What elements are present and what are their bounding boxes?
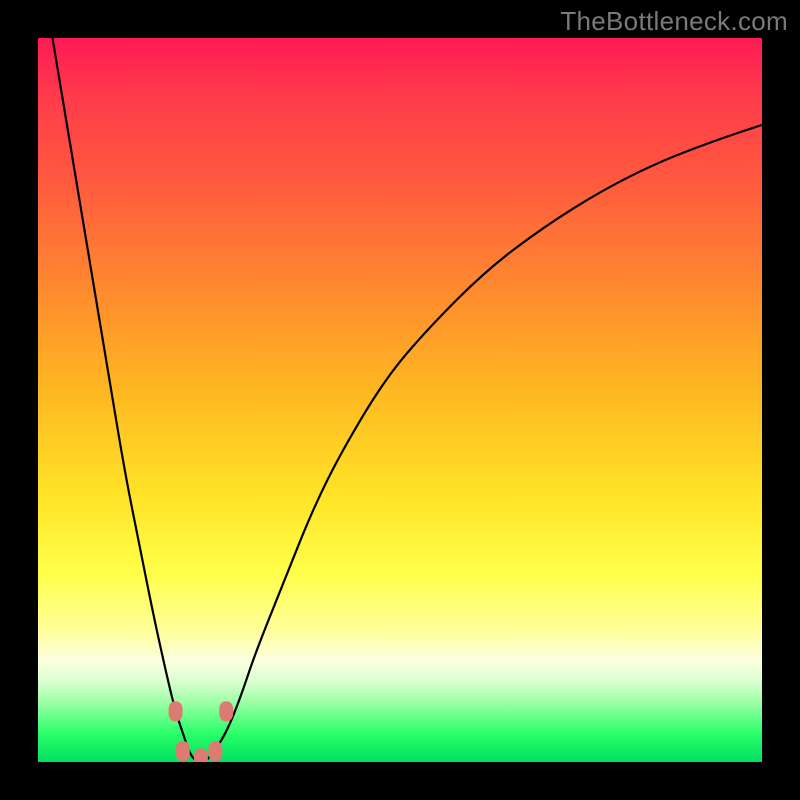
watermark-text: TheBottleneck.com xyxy=(560,6,788,37)
curve-marker xyxy=(219,701,233,721)
curve-svg xyxy=(38,38,762,762)
chart-frame: TheBottleneck.com xyxy=(0,0,800,800)
curve-marker xyxy=(194,748,208,762)
curve-marker xyxy=(208,741,222,761)
plot-area xyxy=(38,38,762,762)
curve-marker xyxy=(169,701,183,721)
curve-path xyxy=(52,38,762,762)
bottleneck-curve xyxy=(52,38,762,762)
curve-marker xyxy=(176,741,190,761)
curve-markers xyxy=(169,701,234,762)
